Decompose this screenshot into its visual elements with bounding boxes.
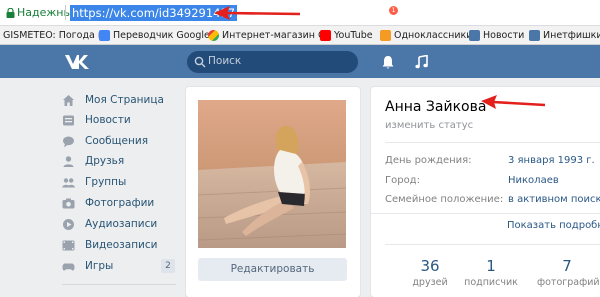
url-field[interactable]: https://vk.com/id349291417 bbox=[70, 5, 238, 21]
bookmark-label: Новости bbox=[483, 30, 525, 41]
menu-label: Игры bbox=[85, 260, 114, 272]
bookmark-label: Переводчик Google bbox=[113, 30, 210, 41]
games-count-badge: 2 bbox=[161, 259, 175, 273]
bookmark-youtube[interactable]: YouTube bbox=[320, 29, 373, 42]
menu-item-photos[interactable]: Фотографии bbox=[62, 195, 178, 211]
status-link[interactable]: изменить статус bbox=[385, 120, 473, 131]
music-icon[interactable] bbox=[415, 54, 428, 69]
search-placeholder: Поиск bbox=[208, 55, 242, 67]
menu-item-video[interactable]: Видеозаписи bbox=[62, 237, 178, 253]
menu-label: Аудиозаписи bbox=[85, 218, 158, 230]
bookmark-chrome-store[interactable]: Интернет-магазин C bbox=[208, 29, 325, 42]
info-value-relationship[interactable]: в активном поиске bbox=[508, 194, 600, 205]
divider bbox=[65, 5, 66, 20]
divider bbox=[385, 244, 600, 245]
profile-photo[interactable] bbox=[198, 100, 346, 248]
search-icon bbox=[194, 56, 206, 68]
bookmark-label: Интернет-магазин C bbox=[222, 30, 325, 41]
youtube-icon bbox=[320, 30, 331, 41]
bookmark-google-translate[interactable]: Переводчик Google bbox=[99, 29, 210, 42]
google-translate-icon bbox=[99, 30, 110, 41]
news-icon bbox=[63, 115, 74, 125]
menu-item-groups[interactable]: Группы bbox=[62, 174, 178, 190]
info-value-city[interactable]: Николаев bbox=[508, 175, 559, 186]
camera-icon bbox=[62, 198, 75, 208]
info-label-city: Город: bbox=[385, 175, 420, 186]
menu-label: Новости bbox=[85, 114, 131, 126]
vk-logo-icon[interactable] bbox=[64, 53, 90, 70]
vk-icon bbox=[469, 30, 480, 41]
photos-label[interactable]: фотографий bbox=[537, 277, 600, 288]
bookmark-gismeteo[interactable]: GISMETEO: Погода в bbox=[3, 29, 104, 42]
edit-profile-button[interactable]: Редактировать bbox=[198, 258, 347, 281]
friends-icon bbox=[63, 155, 74, 167]
profile-name: Анна Зайкова bbox=[385, 99, 487, 115]
menu-label: Группы bbox=[85, 176, 127, 188]
menu-item-messages[interactable]: Сообщения bbox=[62, 133, 178, 149]
home-icon bbox=[63, 94, 74, 106]
annotation-arrow-icon bbox=[481, 95, 546, 109]
address-bar: Надежный https://vk.com/id349291417 bbox=[0, 0, 600, 26]
divider bbox=[371, 213, 600, 214]
bookmark-inetfishki[interactable]: Инетфишки - bbox=[529, 29, 600, 42]
bookmark-odnoklassniki[interactable]: Одноклассники bbox=[380, 29, 472, 42]
menu-item-news[interactable]: Новости bbox=[62, 112, 178, 128]
info-label-relationship: Семейное положение: bbox=[385, 194, 504, 205]
bookmark-label: Инетфишки - bbox=[543, 30, 600, 41]
bookmark-label: GISMETEO: Погода в bbox=[3, 30, 104, 41]
messages-icon bbox=[63, 136, 74, 147]
bookmarks-bar: GISMETEO: Погода в Переводчик Google Инт… bbox=[0, 26, 600, 45]
menu-label: Видеозаписи bbox=[85, 239, 158, 251]
bookmark-label: YouTube bbox=[334, 30, 373, 41]
menu-label: Друзья bbox=[85, 155, 125, 167]
video-icon bbox=[62, 240, 75, 250]
search-input[interactable]: Поиск bbox=[187, 51, 358, 73]
menu-item-friends[interactable]: Друзья bbox=[62, 153, 178, 169]
menu-label: Моя Страница bbox=[85, 94, 164, 106]
followers-count[interactable]: 1 bbox=[461, 257, 521, 275]
lock-icon bbox=[6, 8, 15, 18]
games-icon bbox=[62, 263, 75, 271]
menu-item-my-page[interactable]: Моя Страница bbox=[62, 92, 178, 108]
odnoklassniki-icon bbox=[380, 30, 391, 41]
vk-header: Поиск bbox=[0, 45, 600, 78]
friends-label[interactable]: друзей bbox=[400, 277, 460, 288]
notification-badge: 1 bbox=[389, 6, 398, 15]
menu-divider bbox=[62, 284, 176, 285]
annotation-arrow-icon bbox=[214, 6, 301, 20]
info-label-birthday: День рождения: bbox=[385, 155, 472, 166]
menu-item-audio[interactable]: Аудиозаписи bbox=[62, 216, 178, 232]
audio-icon bbox=[63, 218, 74, 230]
vk-icon bbox=[529, 30, 540, 41]
bookmark-label: Одноклассники bbox=[394, 30, 473, 41]
photos-count[interactable]: 7 bbox=[537, 257, 597, 275]
groups-icon bbox=[62, 177, 75, 187]
show-more-link[interactable]: Показать подробну bbox=[507, 220, 600, 231]
info-value-birthday[interactable]: 3 января 1993 г. bbox=[508, 155, 595, 166]
friends-count[interactable]: 36 bbox=[400, 257, 460, 275]
divider bbox=[385, 142, 600, 143]
bookmark-news[interactable]: Новости bbox=[469, 29, 524, 42]
menu-label: Фотографии bbox=[85, 197, 155, 209]
followers-label[interactable]: подписчик bbox=[461, 277, 521, 288]
chrome-store-icon bbox=[208, 30, 219, 41]
menu-label: Сообщения bbox=[85, 135, 149, 147]
bell-icon[interactable] bbox=[381, 55, 395, 70]
